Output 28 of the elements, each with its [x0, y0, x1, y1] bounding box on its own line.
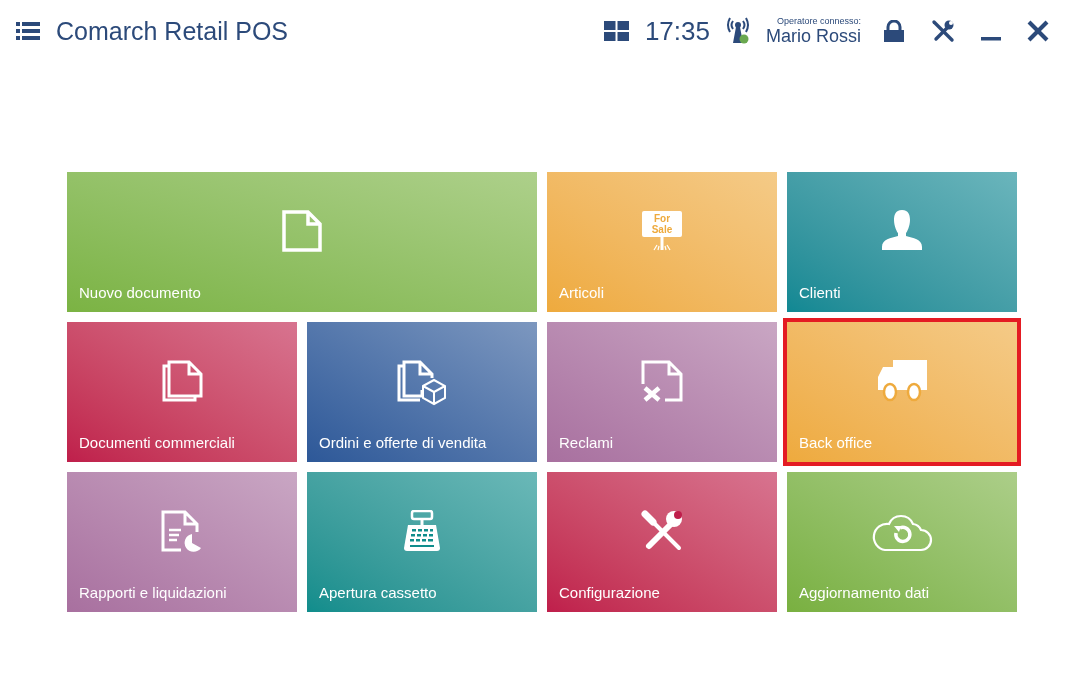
menu-tile[interactable]: Apertura cassetto — [307, 472, 537, 612]
documents-box-icon — [396, 360, 448, 406]
documents-icon — [161, 360, 203, 402]
report-chart-icon — [161, 510, 203, 552]
document-cross-icon — [641, 360, 683, 402]
menu-tile[interactable]: For Sale Articoli — [547, 172, 777, 312]
operator-name: Mario Rossi — [765, 25, 861, 47]
menu-tile[interactable]: Reclami — [547, 322, 777, 462]
tools-icon — [641, 510, 683, 552]
menu-tile[interactable]: Ordini e offerte di vendita — [307, 322, 537, 462]
app-title: Comarch Retail POS — [56, 16, 289, 46]
clock-time: 17:35 — [644, 15, 710, 47]
lock-icon[interactable] — [883, 20, 905, 42]
operator-label: Operatore connesso: — [776, 15, 861, 26]
grid-icon[interactable] — [603, 21, 629, 41]
document-icon — [282, 210, 322, 252]
cash-register-icon — [402, 510, 442, 552]
menu-tile[interactable]: Rapporti e liquidazioni — [67, 472, 297, 612]
close-icon[interactable] — [1027, 20, 1049, 42]
menu-tile[interactable]: Aggiornamento dati — [787, 472, 1017, 612]
person-icon — [881, 210, 923, 250]
settings-icon[interactable] — [931, 19, 955, 43]
menu-icon[interactable] — [16, 22, 40, 40]
menu-tile[interactable]: Clienti — [787, 172, 1017, 312]
menu-tile[interactable]: Documenti commerciali — [67, 322, 297, 462]
menu-tile[interactable]: Nuovo documento — [67, 172, 537, 312]
menu-tile[interactable]: Configurazione — [547, 472, 777, 612]
truck-icon — [876, 360, 928, 402]
